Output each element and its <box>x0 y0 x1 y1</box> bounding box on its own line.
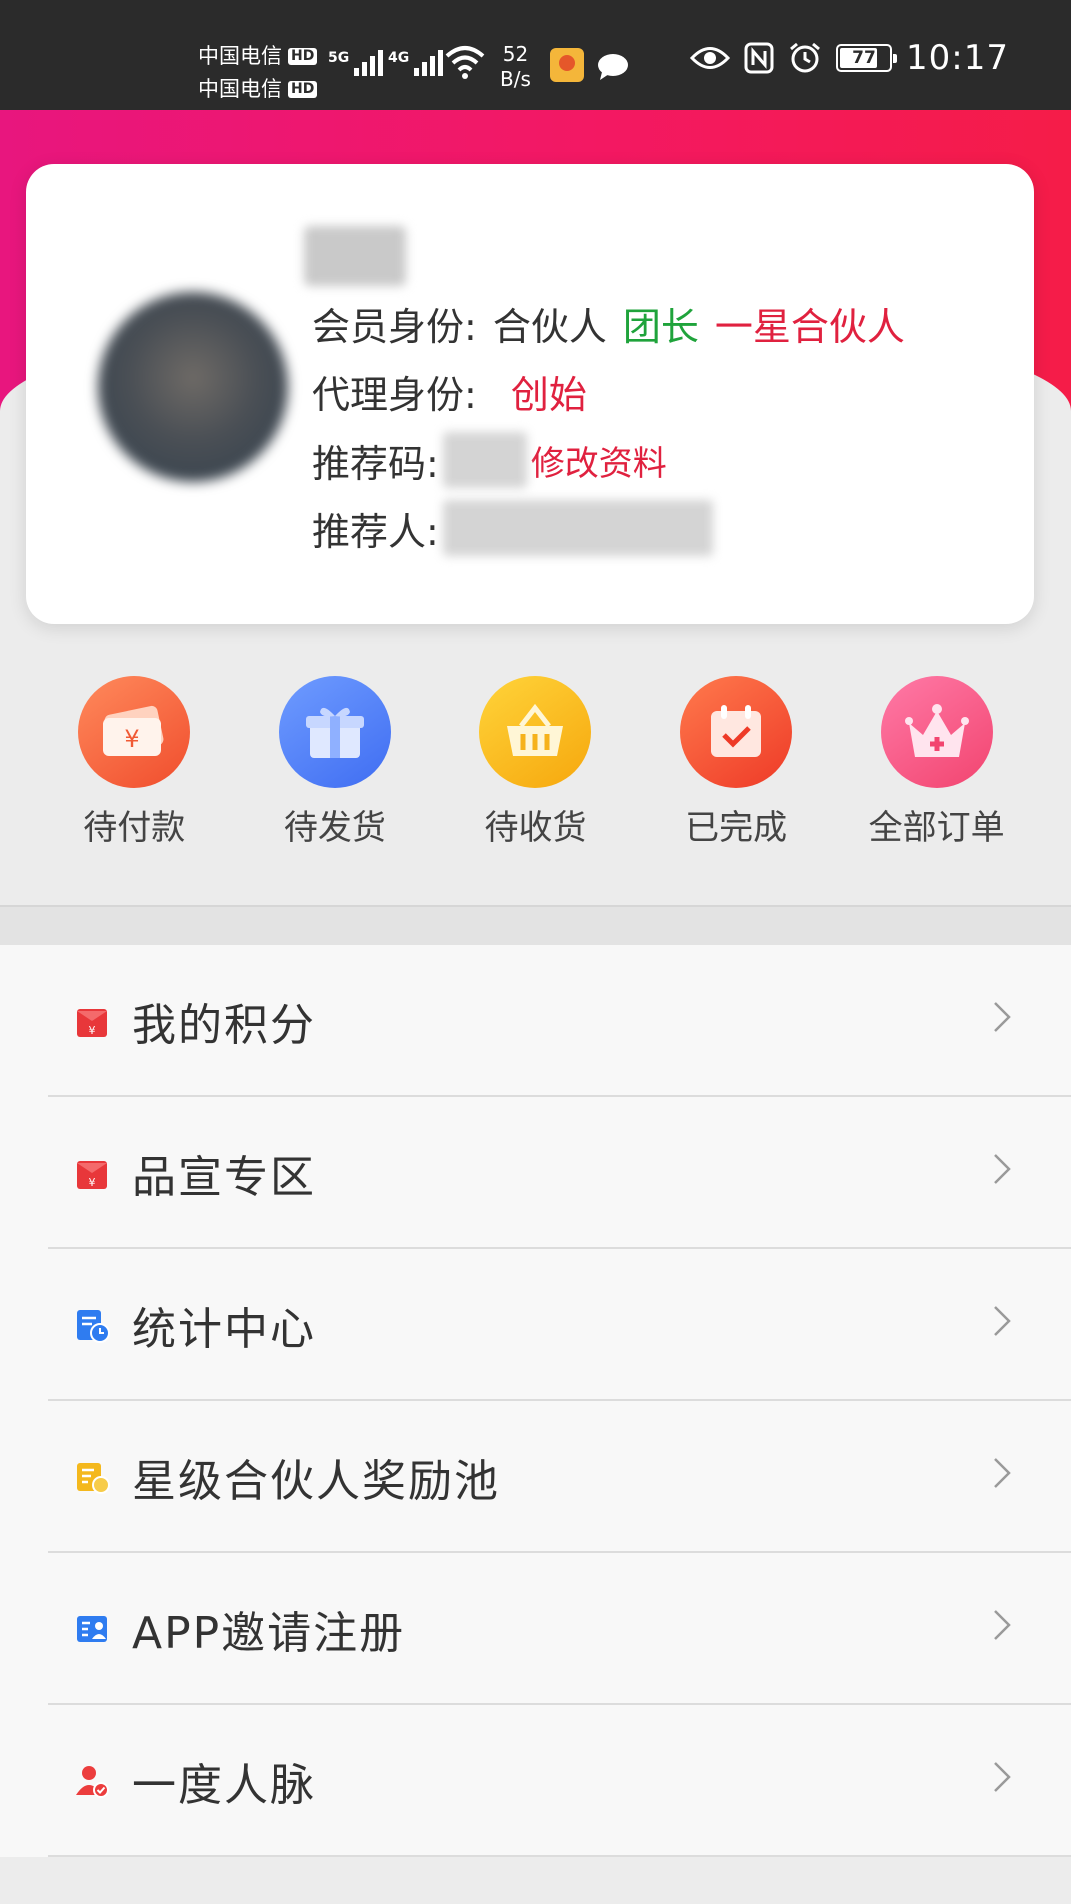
referrer-row: 推荐人: <box>312 500 713 556</box>
crown-icon <box>880 676 993 788</box>
edit-profile-link[interactable]: 修改资料 <box>531 436 667 485</box>
profile-card: 会员身份: 合伙人 团长 一星合伙人 代理身份: 创始 推荐码: 修改资料 推荐… <box>26 164 1034 624</box>
battery-icon: 77 <box>836 44 898 72</box>
member-identity-row: 会员身份: 合伙人 团长 一星合伙人 <box>312 296 905 351</box>
order-label: 待发货 <box>283 808 386 848</box>
menu-item-label: 星级合伙人奖励池 <box>132 1456 500 1507</box>
menu-item-label: 一度人脉 <box>132 1760 316 1811</box>
order-pending-receipt[interactable]: 待收货 <box>445 676 625 849</box>
referral-code-label: 推荐码: <box>312 441 439 486</box>
order-label: 待付款 <box>83 808 186 848</box>
chevron-right-icon <box>994 1002 1011 1032</box>
carrier-info: 中国电信 HD 中国电信 HD <box>198 40 318 106</box>
avatar[interactable] <box>98 292 288 482</box>
order-pending-payment[interactable]: ¥ 待付款 <box>44 676 224 849</box>
carrier-2-name: 中国电信 <box>198 77 282 101</box>
menu-item-my-points[interactable]: ¥ 我的积分 <box>0 945 1071 1097</box>
alarm-icon <box>790 42 820 73</box>
red-envelope-icon: ¥ <box>77 1161 107 1189</box>
order-all[interactable]: 全部订单 <box>847 676 1027 849</box>
menu-item-label: APP邀请注册 <box>132 1608 406 1659</box>
menu-item-app-invite[interactable]: APP邀请注册 <box>0 1553 1071 1705</box>
wifi-icon <box>445 46 485 79</box>
nfc-icon <box>744 42 774 74</box>
svg-text:¥: ¥ <box>125 725 140 753</box>
agent-identity-row: 代理身份: 创始 <box>312 364 587 419</box>
svg-text:¥: ¥ <box>89 1024 96 1037</box>
member-role: 合伙人 <box>492 305 607 349</box>
chevron-right-icon <box>994 1154 1011 1184</box>
gift-box-icon <box>278 676 391 788</box>
agent-role: 创始 <box>510 373 587 417</box>
member-identity-label: 会员身份: <box>312 305 477 349</box>
stats-document-icon <box>77 1310 110 1343</box>
message-icon <box>598 54 628 80</box>
member-tag-leader: 团长 <box>622 305 699 349</box>
referrer-redacted <box>442 500 713 556</box>
menu-item-label: 品宣专区 <box>132 1152 316 1203</box>
menu-item-label: 我的积分 <box>132 1000 316 1051</box>
hd-badge: HD <box>288 48 318 65</box>
wallet-icon: ¥ <box>78 676 191 788</box>
carrier-1-name: 中国电信 <box>198 44 282 68</box>
referrer-label: 推荐人: <box>312 509 439 554</box>
svg-text:¥: ¥ <box>89 1176 96 1189</box>
agent-identity-label: 代理身份: <box>312 373 477 417</box>
chevron-right-icon <box>994 1458 1011 1488</box>
eye-icon <box>690 47 731 69</box>
menu-item-stats-center[interactable]: 统计中心 <box>0 1249 1071 1401</box>
order-label: 已完成 <box>685 808 788 848</box>
reward-list-icon <box>77 1463 110 1494</box>
menu-item-star-partner-pool[interactable]: 星级合伙人奖励池 <box>0 1401 1071 1553</box>
order-shortcuts: ¥ 待付款 待发货 待收货 已完成 全部订单 <box>0 676 1071 849</box>
chevron-right-icon <box>994 1306 1011 1336</box>
referral-code-row: 推荐码: 修改资料 <box>312 432 667 488</box>
battery-level: 77 <box>852 48 876 68</box>
hd-badge: HD <box>288 81 318 98</box>
basket-icon <box>479 676 592 788</box>
referral-code-redacted <box>442 432 527 488</box>
contact-person-icon <box>76 1766 109 1798</box>
order-label: 全部订单 <box>868 808 1005 848</box>
network-speed: 52 B/s <box>500 42 531 91</box>
signal-4g-icon: 4G <box>388 50 444 76</box>
clock-time: 10:17 <box>906 38 1009 78</box>
nickname-redacted <box>304 226 406 286</box>
chevron-right-icon <box>994 1610 1011 1640</box>
red-envelope-icon: ¥ <box>77 1009 107 1037</box>
calendar-check-icon <box>680 676 793 788</box>
status-bar: 中国电信 HD 中国电信 HD 5G 4G 52 B/s 77 10:17 <box>0 0 1071 118</box>
app-notification-icon <box>550 48 584 82</box>
order-pending-shipment[interactable]: 待发货 <box>245 676 425 849</box>
section-divider <box>0 905 1071 945</box>
order-completed[interactable]: 已完成 <box>646 676 826 849</box>
menu-item-brand-promo[interactable]: ¥ 品宣专区 <box>0 1097 1071 1249</box>
menu-item-label: 统计中心 <box>132 1304 316 1355</box>
invite-card-icon <box>77 1616 107 1642</box>
chevron-right-icon <box>994 1762 1011 1792</box>
menu-item-first-degree-contacts[interactable]: 一度人脉 <box>0 1705 1071 1857</box>
signal-5g-icon: 5G <box>328 50 384 76</box>
member-tag-star: 一星合伙人 <box>714 305 905 349</box>
menu-list: ¥ 我的积分 ¥ 品宣专区 统计中心 星级合伙人奖励池 APP邀请注册 一度人脉 <box>0 945 1071 1857</box>
order-label: 待收货 <box>484 808 587 848</box>
